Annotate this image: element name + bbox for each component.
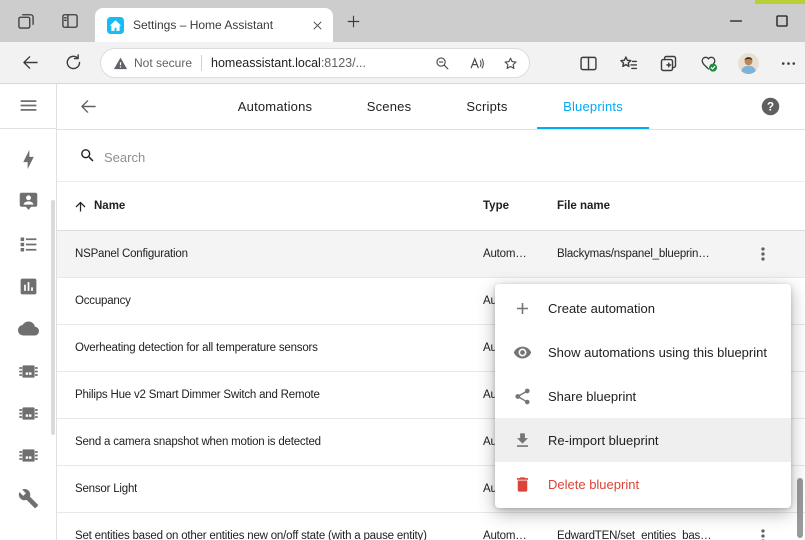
sort-ascending-icon[interactable] xyxy=(73,199,88,214)
tab-title: Settings – Home Assistant xyxy=(133,18,310,32)
settings-menu-button[interactable] xyxy=(778,53,799,74)
menu-item-label: Show automations using this blueprint xyxy=(548,345,767,360)
search-input[interactable] xyxy=(102,144,506,170)
maximize-button[interactable] xyxy=(772,11,792,31)
menu-item-delete-blueprint[interactable]: Delete blueprint xyxy=(495,462,791,506)
table-header: Name Type File name xyxy=(57,182,805,231)
sidebar-item-list-icon[interactable] xyxy=(18,234,39,255)
sidebar-item-person-badge-icon[interactable] xyxy=(18,191,39,212)
browser-tab[interactable]: Settings – Home Assistant xyxy=(95,8,333,42)
home-assistant-favicon xyxy=(107,17,124,34)
plus-icon xyxy=(513,299,532,318)
read-aloud-icon[interactable] xyxy=(468,55,485,72)
blueprints-page: Automations Scenes Scripts Blueprints ? Nam… xyxy=(57,84,805,540)
row-name: Philips Hue v2 Smart Dimmer Switch and R… xyxy=(75,372,320,418)
sidebar-item-flash-icon[interactable] xyxy=(18,149,39,170)
menu-item-share-blueprint[interactable]: Share blueprint xyxy=(495,374,791,418)
eye-icon xyxy=(513,343,532,362)
back-button[interactable] xyxy=(20,52,41,73)
row-file-name: EdwardTEN/set_entities_bas… xyxy=(557,513,711,540)
split-screen-icon[interactable] xyxy=(578,53,599,74)
not-secure-label: Not secure xyxy=(134,56,192,70)
refresh-button[interactable] xyxy=(63,52,84,73)
menu-item-label: Re-import blueprint xyxy=(548,433,659,448)
row-name: NSPanel Configuration xyxy=(75,231,188,277)
profile-avatar[interactable] xyxy=(738,53,759,74)
menu-item-show-automations-using-this-blueprint[interactable]: Show automations using this blueprint xyxy=(495,330,791,374)
new-tab-button[interactable] xyxy=(345,13,362,30)
sidebar-item-chip-icon[interactable] xyxy=(18,445,39,466)
row-menu-button[interactable] xyxy=(753,244,773,264)
home-assistant-app: Automations Scenes Scripts Blueprints ? Nam… xyxy=(0,84,805,540)
row-type: Autom… xyxy=(483,231,527,277)
sidebar-item-chip-icon[interactable] xyxy=(18,403,39,424)
row-name: Overheating detection for all temperatur… xyxy=(75,325,318,371)
tab-blueprints[interactable]: Blueprints xyxy=(537,84,649,129)
address-bar[interactable]: Not secure homeassistant.local:8123/... xyxy=(100,48,530,78)
row-name: Occupancy xyxy=(75,278,131,324)
tab-close-icon[interactable] xyxy=(310,18,325,33)
tab-automations[interactable]: Automations xyxy=(238,84,312,127)
row-name: Send a camera snapshot when motion is de… xyxy=(75,419,321,465)
menu-item-re-import-blueprint[interactable]: Re-import blueprint xyxy=(495,418,791,462)
ha-sidebar xyxy=(0,84,57,540)
sidebar-item-bar-chart-icon[interactable] xyxy=(18,276,39,297)
favorite-star-icon[interactable] xyxy=(502,55,519,72)
menu-item-create-automation[interactable]: Create automation xyxy=(495,286,791,330)
page-scrollbar-thumb[interactable] xyxy=(797,478,803,538)
not-secure-warning-icon[interactable] xyxy=(113,56,128,71)
trash-icon xyxy=(513,475,532,494)
screen-edge-artifact xyxy=(755,0,805,4)
menu-item-label: Create automation xyxy=(548,301,655,316)
row-menu-button[interactable] xyxy=(753,526,773,540)
row-file-name: Blackymas/nspanel_blueprin… xyxy=(557,231,710,277)
ha-back-button[interactable] xyxy=(78,96,99,117)
column-header-name[interactable]: Name xyxy=(94,182,125,230)
browser-essentials-icon[interactable] xyxy=(698,53,719,74)
ha-header: Automations Scenes Scripts Blueprints ? xyxy=(57,84,805,130)
row-type: Autom… xyxy=(483,513,527,540)
minimize-button[interactable] xyxy=(726,11,746,31)
sidebar-item-wrench-icon[interactable] xyxy=(18,488,39,509)
search-bar xyxy=(57,130,805,182)
help-button[interactable]: ? xyxy=(760,96,781,117)
url-text: homeassistant.local:8123/... xyxy=(211,56,366,70)
search-icon xyxy=(79,147,96,164)
workspaces-icon[interactable] xyxy=(16,11,36,31)
collections-icon[interactable] xyxy=(658,53,679,74)
column-header-file-name[interactable]: File name xyxy=(557,182,610,230)
zoom-out-icon[interactable] xyxy=(434,55,451,72)
address-divider xyxy=(201,55,202,71)
tab-scenes[interactable]: Scenes xyxy=(367,84,412,127)
table-row[interactable]: Set entities based on other entities new… xyxy=(57,513,805,540)
sidebar-scrollbar-thumb[interactable] xyxy=(51,200,55,435)
menu-item-label: Share blueprint xyxy=(548,389,636,404)
row-name: Sensor Light xyxy=(75,466,137,512)
sidebar-item-cloud-icon[interactable] xyxy=(18,318,39,339)
download-icon xyxy=(513,431,532,450)
column-header-type[interactable]: Type xyxy=(483,182,509,230)
context-menu: Create automation Show automations using … xyxy=(495,284,791,508)
svg-text:?: ? xyxy=(767,100,774,114)
sidebar-menu-icon[interactable] xyxy=(18,95,39,116)
share-icon xyxy=(513,387,532,406)
table-row[interactable]: NSPanel Configuration Autom… Blackymas/nsp… xyxy=(57,231,805,278)
tab-scripts[interactable]: Scripts xyxy=(466,84,507,127)
sidebar-divider xyxy=(0,128,56,129)
sidebar-item-chip-icon[interactable] xyxy=(18,361,39,382)
row-name: Set entities based on other entities new… xyxy=(75,513,427,540)
browser-titlebar: Settings – Home Assistant xyxy=(0,0,805,42)
browser-toolbar: Not secure homeassistant.local:8123/... xyxy=(0,42,805,84)
menu-item-label: Delete blueprint xyxy=(548,477,639,492)
vertical-tabs-icon[interactable] xyxy=(60,11,80,31)
favorites-icon[interactable] xyxy=(618,53,639,74)
browser-window: Settings – Home Assistant Not secure hom… xyxy=(0,0,805,540)
